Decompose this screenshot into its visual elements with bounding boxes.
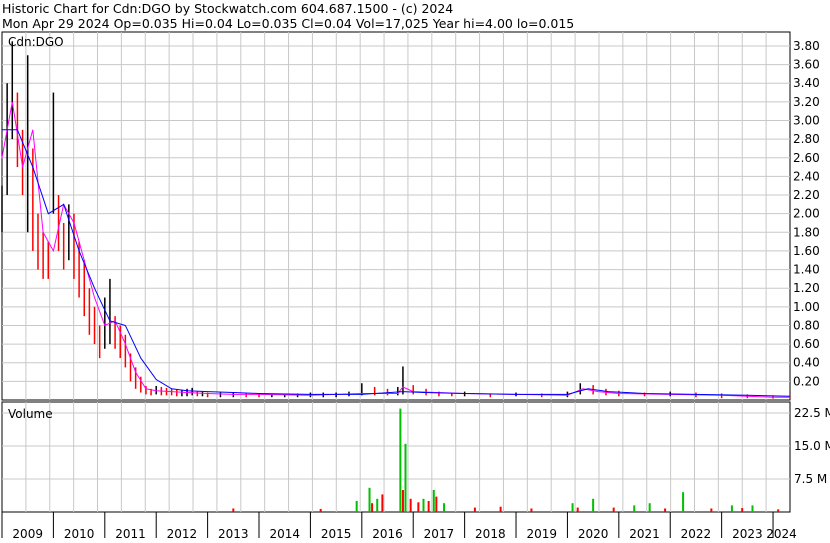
x-tick-label: 2022: [681, 527, 712, 541]
volume-bar: [648, 503, 651, 512]
volume-bar: [741, 508, 744, 512]
x-tick-label: 2015: [321, 527, 352, 541]
volume-bar: [432, 490, 435, 512]
volume-bar: [751, 505, 754, 512]
volume-bar: [422, 498, 425, 512]
price-y-tick-label: 2.60: [793, 151, 820, 165]
price-panel-title: Cdn:DGO: [8, 35, 64, 49]
volume-bar: [381, 494, 384, 512]
price-y-tick-label: 0.20: [793, 374, 820, 388]
price-y-tick-label: 3.60: [793, 58, 820, 72]
volume-bar: [409, 498, 412, 512]
price-y-tick-label: 1.20: [793, 281, 820, 295]
volume-bar: [473, 507, 476, 512]
price-y-tick-label: 1.40: [793, 263, 820, 277]
volume-bar: [417, 502, 420, 512]
volume-bar: [777, 509, 780, 512]
price-y-tick-label: 3.20: [793, 95, 820, 109]
volume-bar: [730, 505, 733, 512]
price-y-tick-label: 2.20: [793, 188, 820, 202]
volume-bar: [427, 501, 430, 512]
price-y-tick-label: 2.80: [793, 132, 820, 146]
volume-bar: [435, 496, 438, 512]
x-tick-label: 2019: [526, 527, 557, 541]
volume-bar: [499, 506, 502, 512]
price-y-tick-label: 0.80: [793, 318, 820, 332]
volume-bar: [368, 487, 371, 512]
volume-y-tick-label: 22.5 M: [794, 406, 830, 420]
volume-bar: [319, 508, 322, 512]
price-y-tick-label: 3.00: [793, 114, 820, 128]
volume-panel-frame: [1, 401, 791, 513]
x-tick-label: 2017: [424, 527, 455, 541]
volume-bar: [710, 508, 713, 512]
x-tick-label: 2010: [64, 527, 95, 541]
volume-panel-title: Volume: [8, 407, 53, 421]
volume-bar: [664, 508, 667, 512]
x-tick-label: 2011: [115, 527, 146, 541]
volume-bar: [682, 492, 685, 512]
stock-chart: 0.20 0.40 0.60 0.80 1.00 1.20 1.40 1.60 1.80 2.00…: [1, 31, 830, 541]
x-tick-label: 2023: [732, 527, 763, 541]
volume-bar: [401, 490, 404, 512]
price-y-tick-label: 3.40: [793, 76, 820, 90]
volume-y-tick-label: 15.0 M: [794, 439, 830, 453]
volume-bar: [376, 498, 379, 512]
volume-bar: [592, 498, 595, 512]
x-tick-label: 2009: [12, 527, 43, 541]
x-tick-label: 2012: [167, 527, 198, 541]
x-tick-label: 2013: [218, 527, 249, 541]
x-tick-label: 2018: [475, 527, 506, 541]
volume-bar: [633, 505, 636, 512]
price-y-tick-label: 3.80: [793, 39, 820, 53]
volume-y-tick-label: 7.5 M: [794, 472, 827, 486]
volume-bar: [612, 507, 615, 512]
price-y-tick-label: 2.00: [793, 207, 820, 221]
volume-bar: [371, 503, 374, 512]
x-tick-label: 2014: [269, 527, 300, 541]
x-tick-label: 2016: [372, 527, 403, 541]
price-y-tick-label: 2.40: [793, 169, 820, 183]
x-tick-label: 2024: [766, 527, 797, 541]
volume-bar: [232, 508, 235, 512]
price-y-tick-label: 1.00: [793, 300, 820, 314]
volume-bar: [399, 408, 402, 512]
x-tick-label: 2020: [578, 527, 609, 541]
x-tick-label: 2021: [629, 527, 660, 541]
volume-bar: [530, 508, 533, 512]
volume-bar: [571, 503, 574, 512]
price-y-tick-label: 1.80: [793, 225, 820, 239]
volume-bar: [404, 443, 407, 512]
price-y-tick-label: 0.40: [793, 356, 820, 370]
price-y-tick-label: 0.60: [793, 337, 820, 351]
volume-bar: [355, 501, 358, 512]
price-y-tick-label: 1.60: [793, 244, 820, 258]
volume-bar: [443, 503, 446, 512]
volume-bar: [576, 507, 579, 512]
